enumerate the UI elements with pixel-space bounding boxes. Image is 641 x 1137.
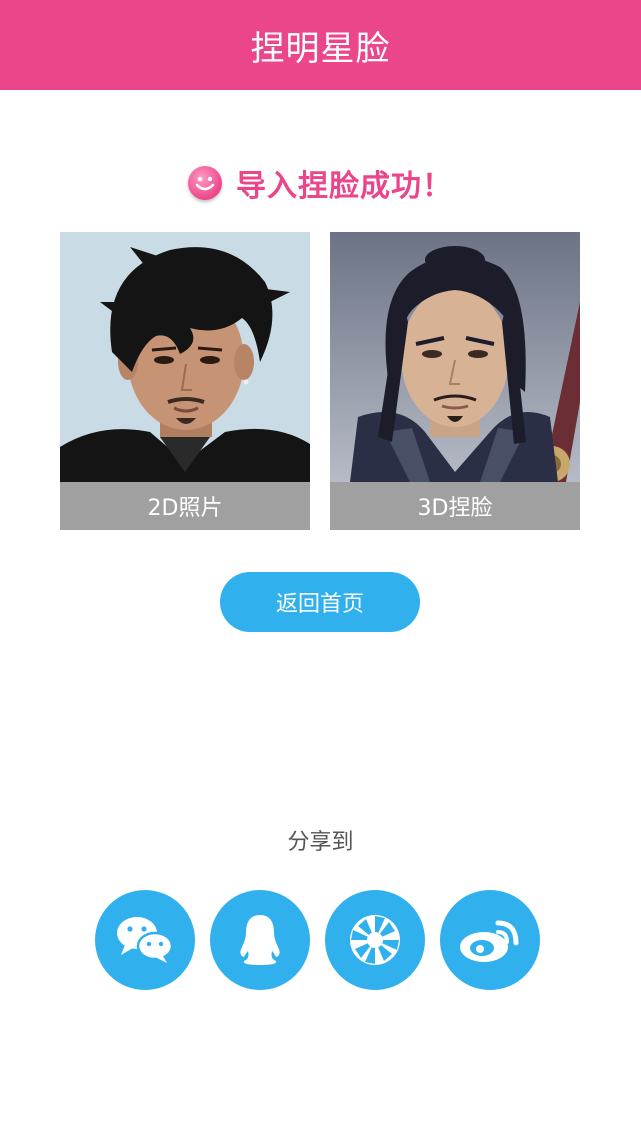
smiley-icon — [188, 166, 222, 200]
caption-3d: 3D捏脸 — [330, 482, 580, 530]
page-title: 捏明星脸 — [250, 28, 391, 69]
caption-2d: 2D照片 — [60, 482, 310, 530]
photo-card-3d[interactable]: 3D捏脸 — [330, 232, 580, 530]
weibo-icon — [460, 920, 519, 962]
success-banner: 导入捏脸成功！ — [0, 160, 641, 206]
back-home-button[interactable]: 返回首页 — [220, 572, 420, 632]
qq-icon — [240, 915, 280, 965]
moments-icon — [350, 915, 400, 965]
share-label: 分享到 — [287, 830, 354, 855]
photo-card-2d[interactable]: 2D照片 — [60, 232, 310, 530]
success-message: 导入捏脸成功！ — [236, 169, 453, 204]
share-moments-button[interactable] — [325, 890, 425, 990]
real-photo-portrait — [60, 232, 310, 482]
share-weibo-button[interactable] — [440, 890, 540, 990]
share-wechat-button[interactable] — [95, 890, 195, 990]
wechat-icon — [117, 917, 174, 963]
share-targets — [95, 890, 545, 990]
page: 捏明星脸 导入捏脸成功！ 2D照片 3D捏脸 返回首页 分享到 — [0, 0, 641, 1137]
header-bar: 捏明星脸 — [0, 0, 641, 90]
3d-character-portrait — [330, 232, 580, 482]
share-qq-button[interactable] — [210, 890, 310, 990]
